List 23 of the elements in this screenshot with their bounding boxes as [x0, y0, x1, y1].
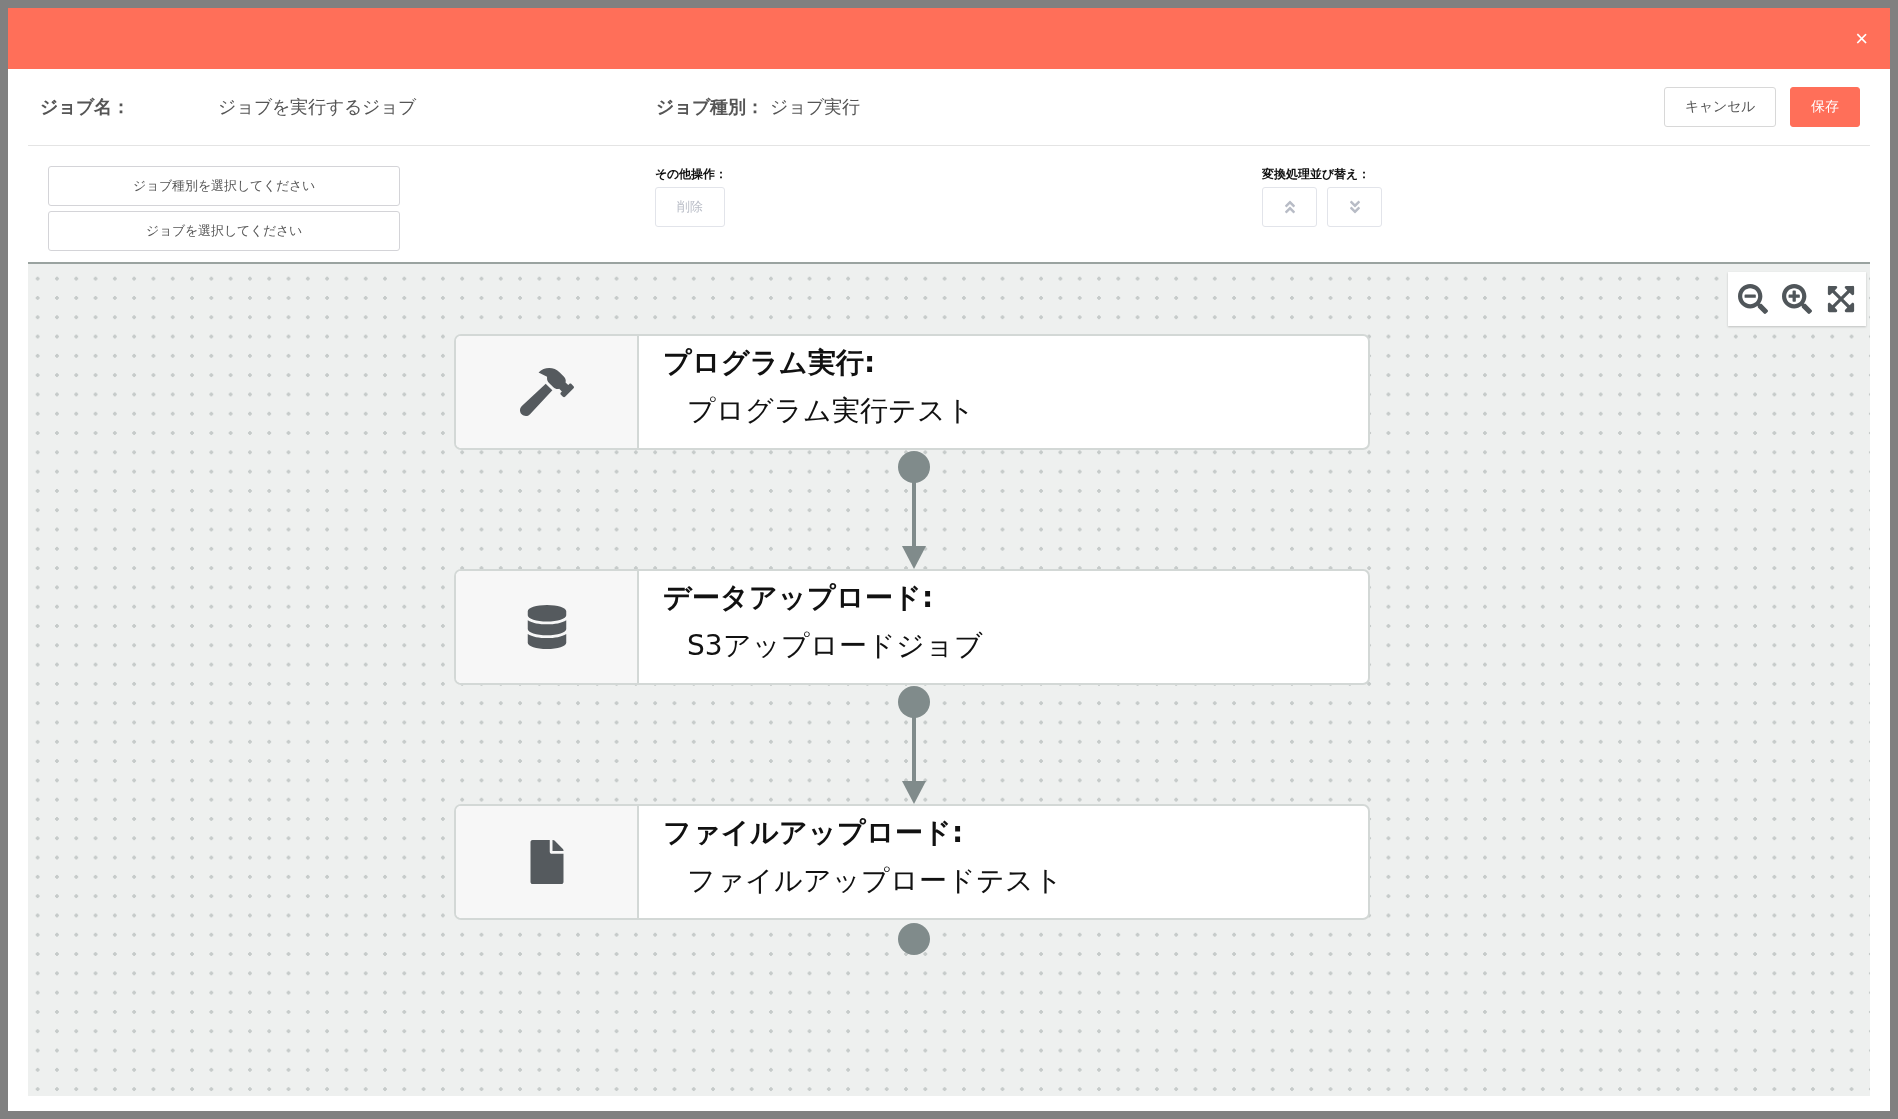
- select-button[interactable]: ジョブ種別を選択してください: [48, 166, 400, 206]
- job-name-value: ジョブを実行するジョブ: [218, 95, 417, 119]
- flow-node[interactable]: プログラム実行: プログラム実行テスト: [454, 334, 1370, 450]
- job-name-label: ジョブ名：: [40, 95, 131, 119]
- flow-node[interactable]: データアップロード: S3アップロードジョブ: [454, 569, 1370, 685]
- job-type-label: ジョブ種別：: [656, 95, 764, 119]
- select-button[interactable]: ジョブを選択してください: [48, 211, 400, 251]
- node-name: S3アップロードジョブ: [686, 628, 983, 664]
- node-title: データアップロード:: [663, 580, 935, 616]
- reorder-label: 変換処理並び替え：: [1262, 166, 1371, 183]
- zoom-in-icon[interactable]: [1782, 284, 1812, 314]
- cancel-button[interactable]: キャンセル: [1664, 87, 1776, 127]
- node-name: ファイルアップロードテスト: [686, 863, 1063, 899]
- node-name: プログラム実行テスト: [686, 393, 975, 429]
- other-ops-label: その他操作：: [655, 166, 727, 183]
- node-title: ファイルアップロード:: [663, 815, 965, 851]
- hammer-icon: [519, 365, 574, 419]
- expand-icon[interactable]: [1826, 284, 1856, 314]
- zoom-out-icon[interactable]: [1738, 284, 1768, 314]
- flow-node[interactable]: ファイルアップロード: ファイルアップロードテスト: [454, 804, 1370, 920]
- job-type-value: ジョブ実行: [770, 95, 861, 119]
- node-title: プログラム実行:: [663, 345, 877, 381]
- connector-dot[interactable]: [898, 923, 930, 955]
